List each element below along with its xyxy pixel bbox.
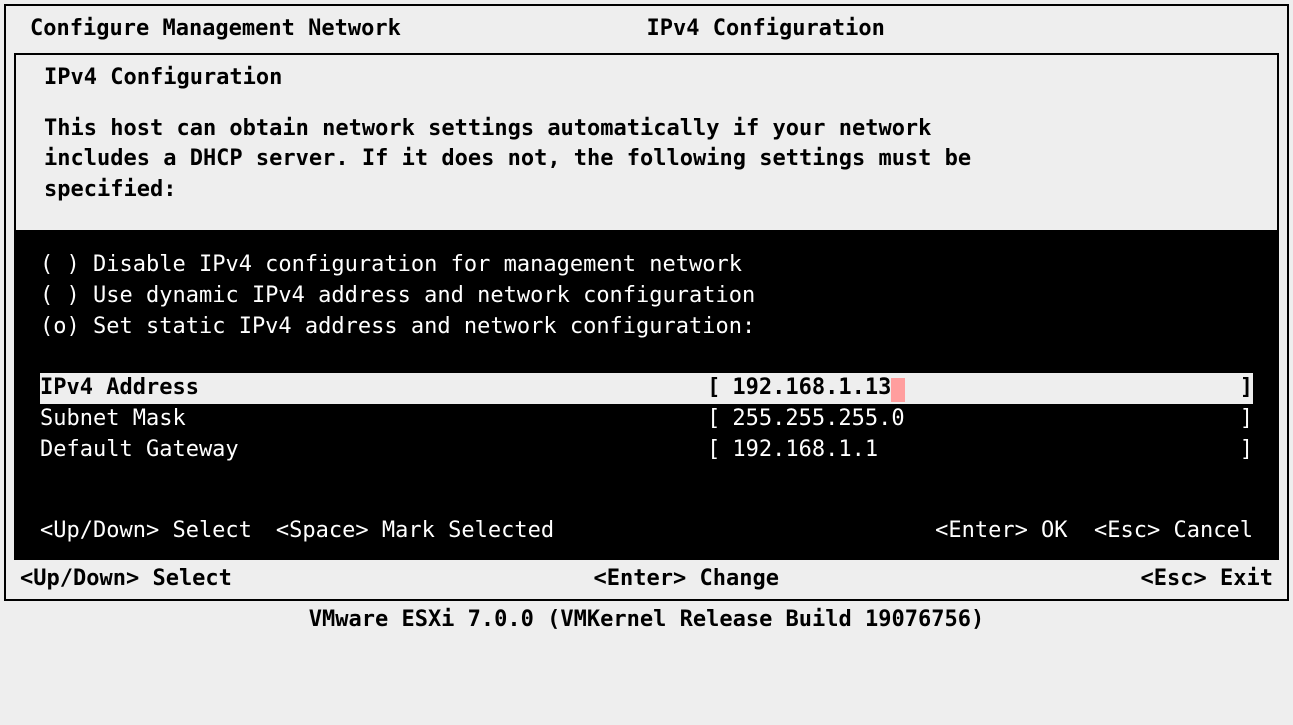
right-bracket: ]	[1240, 373, 1253, 404]
option-disable-ipv4[interactable]: ( ) Disable IPv4 configuration for manag…	[40, 250, 1253, 281]
left-bracket: [	[707, 435, 720, 466]
hint-updown-select: <Up/Down> Select	[20, 564, 232, 595]
right-bracket: ]	[1240, 404, 1253, 435]
spacer	[40, 342, 1253, 373]
hint-updown-select: <Up/Down> Select	[40, 516, 252, 547]
field-label: Default Gateway	[40, 435, 707, 466]
hint-space-mark: <Space> Mark Selected	[252, 516, 554, 547]
field-label: IPv4 Address	[40, 373, 707, 404]
hint-esc-exit: <Esc> Exit	[1141, 564, 1273, 595]
hint-enter-ok: <Enter> OK	[935, 518, 1067, 543]
screen-header: Configure Management Network IPv4 Config…	[6, 6, 1287, 45]
radio-marker: ( )	[40, 283, 80, 308]
dialog-ipv4-config: IPv4 Configuration This host can obtain …	[14, 53, 1279, 561]
screen-key-hints: <Up/Down> Select <Enter> Change <Esc> Ex…	[6, 560, 1287, 599]
dialog-body: ( ) Disable IPv4 configuration for manag…	[16, 230, 1277, 558]
hint-enter-change: <Enter> Change	[594, 564, 779, 595]
ipv4-address-input[interactable]: 192.168.1.13	[720, 373, 1239, 404]
option-label: Use dynamic IPv4 address and network con…	[93, 283, 755, 308]
left-bracket: [	[707, 404, 720, 435]
option-static-ipv4[interactable]: (o) Set static IPv4 address and network …	[40, 312, 1253, 343]
dcui-screen: Configure Management Network IPv4 Config…	[4, 4, 1289, 601]
option-label: Set static IPv4 address and network conf…	[93, 314, 755, 339]
left-bracket: [	[707, 373, 720, 404]
radio-marker: (o)	[40, 314, 80, 339]
hint-esc-cancel: <Esc> Cancel	[1094, 518, 1253, 543]
breadcrumb-current: IPv4 Configuration	[647, 14, 885, 45]
version-footer: VMware ESXi 7.0.0 (VMKernel Release Buil…	[0, 601, 1293, 636]
text-cursor	[891, 378, 904, 402]
dialog-title: IPv4 Configuration	[44, 63, 1249, 94]
field-label: Subnet Mask	[40, 404, 707, 435]
default-gateway-input[interactable]: 192.168.1.1	[720, 435, 1239, 466]
option-dynamic-ipv4[interactable]: ( ) Use dynamic IPv4 address and network…	[40, 281, 1253, 312]
field-subnet-mask[interactable]: Subnet Mask [ 255.255.255.0 ]	[40, 404, 1253, 435]
field-ipv4-address[interactable]: IPv4 Address [ 192.168.1.13 ]	[40, 373, 1253, 404]
breadcrumb-parent: Configure Management Network	[30, 14, 647, 45]
option-label: Disable IPv4 configuration for managemen…	[93, 252, 742, 277]
field-default-gateway[interactable]: Default Gateway [ 192.168.1.1 ]	[40, 435, 1253, 466]
right-bracket: ]	[1240, 435, 1253, 466]
dialog-key-hints: <Up/Down> Select <Space> Mark Selected <…	[40, 466, 1253, 547]
dialog-header-area: IPv4 Configuration This host can obtain …	[16, 55, 1277, 230]
radio-marker: ( )	[40, 252, 80, 277]
dialog-description: This host can obtain network settings au…	[44, 114, 1249, 206]
subnet-mask-input[interactable]: 255.255.255.0	[720, 404, 1239, 435]
